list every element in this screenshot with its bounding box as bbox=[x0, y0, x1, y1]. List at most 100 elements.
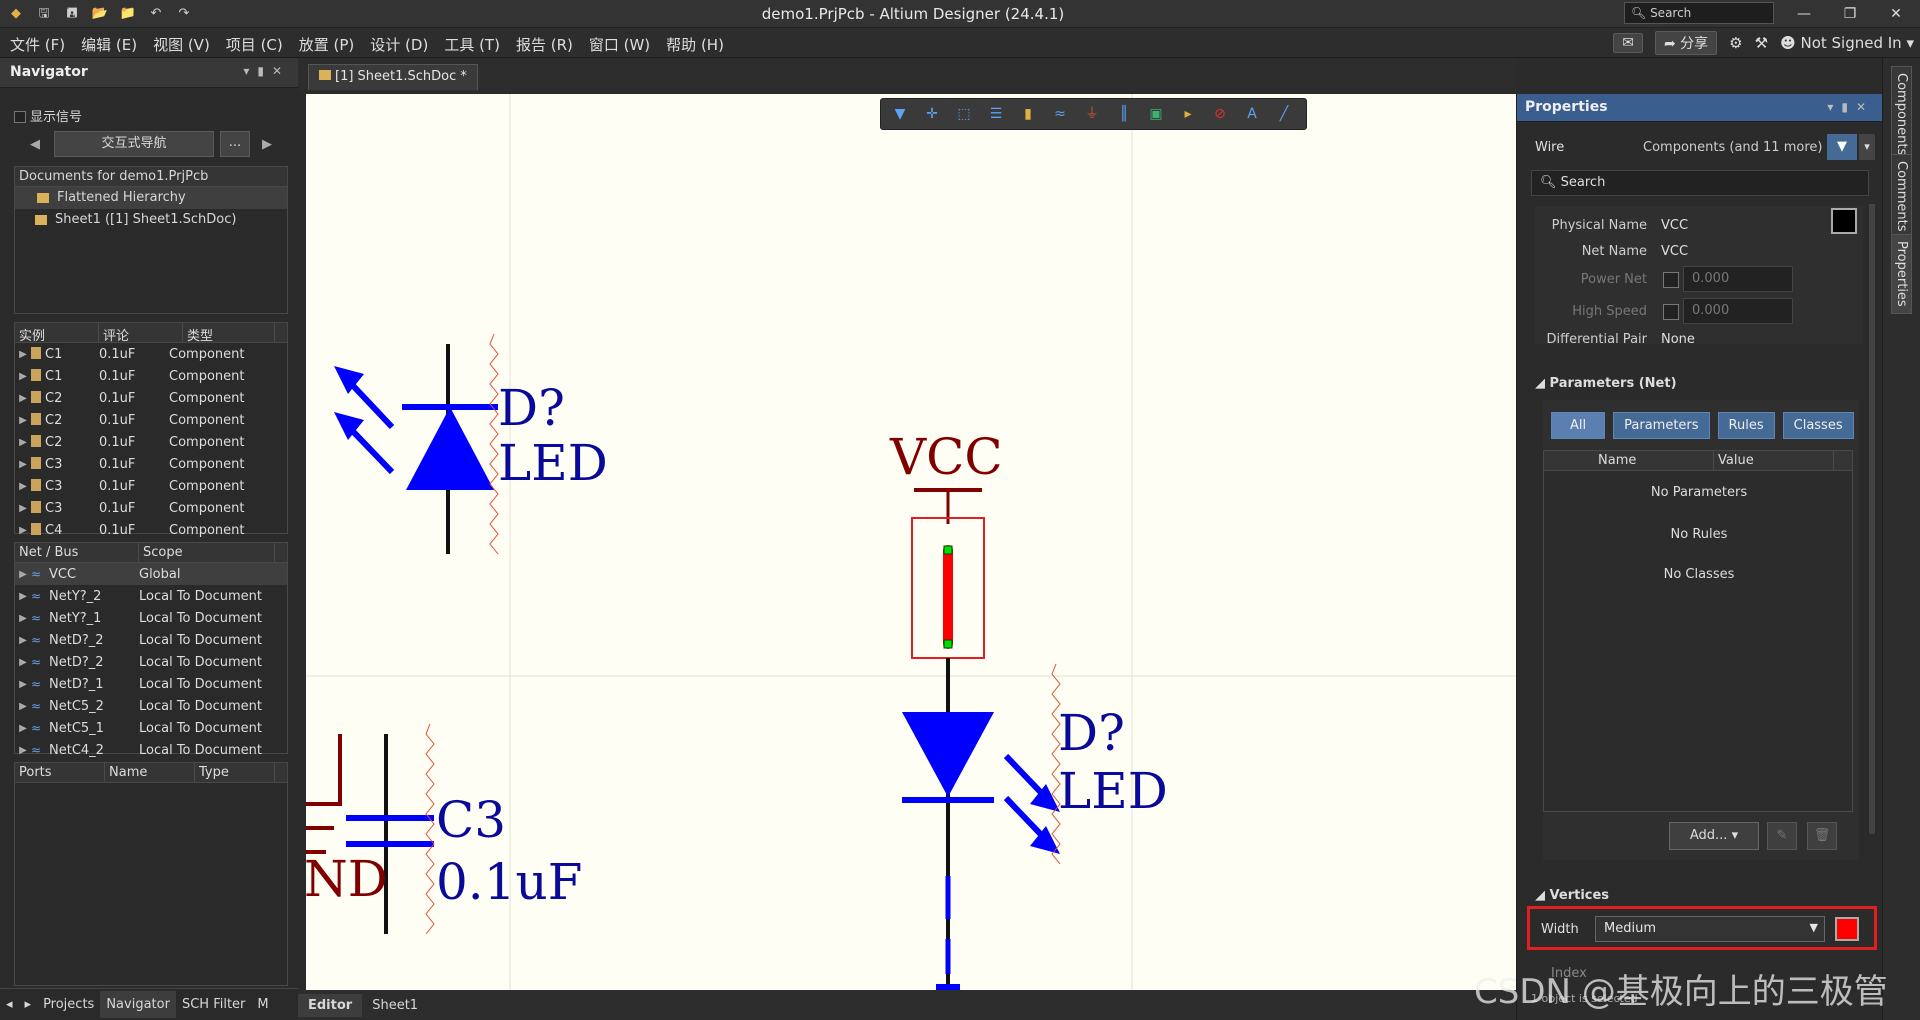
settings-gear-icon[interactable]: ⚙ bbox=[1729, 34, 1742, 52]
gnd-label-partial[interactable]: ND bbox=[306, 850, 388, 908]
col-comment[interactable]: 评论 bbox=[99, 323, 183, 344]
schematic-drawing[interactable]: D? LED VCC D? LED C3 0.1uF ND bbox=[306, 94, 1516, 990]
cap-designator[interactable]: C3 bbox=[436, 791, 506, 849]
power-net-field[interactable]: 0.000 bbox=[1683, 266, 1793, 292]
expand-arrow-icon[interactable]: ▶ bbox=[15, 657, 31, 668]
net-color-swatch[interactable] bbox=[1831, 208, 1857, 234]
col-param-name[interactable]: Name bbox=[1594, 451, 1714, 470]
tab-scroll-left-icon[interactable]: ◂ bbox=[0, 991, 19, 1018]
place-power-icon[interactable]: ⏚ bbox=[1081, 103, 1103, 125]
net-row[interactable]: ▶ ≈ NetD?_1 Local To Document bbox=[15, 673, 287, 695]
menu-edit[interactable]: 编辑 (E) bbox=[81, 34, 137, 55]
user-signin-button[interactable]: ☻ Not Signed In ▾ bbox=[1780, 34, 1914, 52]
expand-arrow-icon[interactable]: ▶ bbox=[15, 437, 31, 448]
restore-icon[interactable]: ❐ bbox=[1836, 3, 1864, 25]
led1-designator[interactable]: D? bbox=[498, 379, 565, 437]
net-row[interactable]: ▶ ≈ NetY?_2 Local To Document bbox=[15, 585, 287, 607]
col-port-name[interactable]: Name bbox=[105, 763, 195, 782]
params-parameters-button[interactable]: Parameters bbox=[1613, 412, 1710, 439]
close-icon[interactable]: ✕ bbox=[1882, 3, 1910, 25]
params-classes-button[interactable]: Classes bbox=[1782, 412, 1854, 439]
params-section-header[interactable]: ◢ Parameters (Net) bbox=[1535, 376, 1677, 391]
col-instance[interactable]: 实例 bbox=[15, 323, 99, 344]
net-row[interactable]: ▶ ≈ NetC5_2 Local To Document bbox=[15, 695, 287, 717]
wire-vertex-handle[interactable] bbox=[943, 639, 953, 649]
properties-search-input[interactable]: 🔍︎ Search bbox=[1531, 170, 1869, 196]
edit-pencil-icon[interactable]: ✎ bbox=[1767, 822, 1797, 850]
place-sheet-icon[interactable]: ▣ bbox=[1145, 103, 1167, 125]
cap-value[interactable]: 0.1uF bbox=[436, 853, 582, 911]
filter-funnel-button[interactable]: ▼ bbox=[1827, 134, 1857, 160]
place-line-icon[interactable]: ╱ bbox=[1273, 103, 1295, 125]
filter-dropdown-icon[interactable]: ▾ bbox=[1859, 134, 1875, 160]
expand-arrow-icon[interactable]: ▶ bbox=[15, 349, 31, 360]
wire-vertex-handle[interactable] bbox=[943, 545, 953, 555]
col-net[interactable]: Net / Bus bbox=[15, 543, 139, 562]
menu-tools[interactable]: 工具 (T) bbox=[444, 34, 500, 55]
panel-controls-icon[interactable]: ▾▮✕ bbox=[243, 64, 290, 78]
instance-row[interactable]: ▶ C3 0.1uF Component bbox=[15, 475, 287, 497]
vertices-section-header[interactable]: ◢ Vertices bbox=[1535, 888, 1609, 903]
side-tab-comments[interactable]: Comments bbox=[1891, 154, 1912, 239]
tab-sheet1-schdoc[interactable]: [1] Sheet1.SchDoc * bbox=[308, 64, 478, 90]
nav-more-button[interactable]: ... bbox=[220, 131, 250, 157]
tab-editor[interactable]: Editor bbox=[298, 993, 363, 1017]
col-ports[interactable]: Ports bbox=[15, 763, 105, 782]
menu-place[interactable]: 放置 (P) bbox=[299, 34, 355, 55]
menu-design[interactable]: 设计 (D) bbox=[370, 34, 428, 55]
expand-arrow-icon[interactable]: ▶ bbox=[15, 481, 31, 492]
notifications-button[interactable]: ✉ bbox=[1613, 33, 1643, 53]
expand-arrow-icon[interactable]: ▶ bbox=[15, 415, 31, 426]
led2-designator[interactable]: D? bbox=[1058, 704, 1125, 762]
tree-item-flattened[interactable]: Flattened Hierarchy bbox=[15, 187, 287, 209]
expand-arrow-icon[interactable]: ▶ bbox=[15, 701, 31, 712]
expand-arrow-icon[interactable]: ▶ bbox=[15, 459, 31, 470]
power-net-checkbox[interactable] bbox=[1663, 272, 1679, 288]
place-port-icon[interactable]: ▸ bbox=[1177, 103, 1199, 125]
schematic-canvas[interactable]: D? LED VCC D? LED C3 0.1uF ND bbox=[306, 94, 1516, 990]
checkbox-icon[interactable] bbox=[14, 111, 26, 123]
wire-color-swatch[interactable] bbox=[1835, 917, 1859, 941]
led2-symbol[interactable] bbox=[902, 663, 1061, 990]
tab-sch-filter[interactable]: SCH Filter bbox=[176, 991, 251, 1018]
add-parameter-button[interactable]: Add... ▾ bbox=[1669, 822, 1759, 850]
expand-arrow-icon[interactable]: ▶ bbox=[15, 591, 31, 602]
expand-arrow-icon[interactable]: ▶ bbox=[15, 503, 31, 514]
menu-help[interactable]: 帮助 (H) bbox=[666, 34, 724, 55]
params-rules-button[interactable]: Rules bbox=[1717, 412, 1775, 439]
tab-navigator[interactable]: Navigator bbox=[100, 991, 176, 1018]
menu-reports[interactable]: 报告 (R) bbox=[516, 34, 573, 55]
expand-arrow-icon[interactable]: ▶ bbox=[15, 613, 31, 624]
net-row[interactable]: ▶ ≈ NetC4_2 Local To Document bbox=[15, 739, 287, 761]
properties-scrollbar[interactable] bbox=[1869, 204, 1875, 834]
menu-window[interactable]: 窗口 (W) bbox=[589, 34, 650, 55]
expand-arrow-icon[interactable]: ▶ bbox=[15, 371, 31, 382]
align-icon[interactable]: ☰ bbox=[985, 103, 1007, 125]
place-part-icon[interactable]: ▮ bbox=[1017, 103, 1039, 125]
expand-arrow-icon[interactable]: ▶ bbox=[15, 723, 31, 734]
net-row[interactable]: ▶ ≈ VCC Global bbox=[15, 563, 287, 585]
instance-row[interactable]: ▶ C1 0.1uF Component bbox=[15, 365, 287, 387]
params-all-button[interactable]: All bbox=[1551, 412, 1606, 439]
no-erc-icon[interactable]: ⊘ bbox=[1209, 103, 1231, 125]
instance-row[interactable]: ▶ C4 0.1uF Component bbox=[15, 519, 287, 541]
account-tools-icon[interactable]: ⚒ bbox=[1755, 34, 1768, 52]
instance-row[interactable]: ▶ C3 0.1uF Component bbox=[15, 453, 287, 475]
instance-row[interactable]: ▶ C2 0.1uF Component bbox=[15, 409, 287, 431]
col-scope[interactable]: Scope bbox=[139, 543, 275, 562]
menu-project[interactable]: 项目 (C) bbox=[226, 34, 283, 55]
col-param-value[interactable]: Value bbox=[1714, 451, 1834, 470]
place-wire-icon[interactable]: ≈ bbox=[1049, 103, 1071, 125]
filter-icon[interactable]: ▼ bbox=[889, 103, 911, 125]
interactive-nav-button[interactable]: 交互式导航 bbox=[54, 131, 214, 157]
place-bus-icon[interactable]: ║ bbox=[1113, 103, 1135, 125]
tab-sheet1[interactable]: Sheet1 bbox=[362, 994, 428, 1017]
menu-file[interactable]: 文件 (F) bbox=[10, 34, 65, 55]
tab-projects[interactable]: Projects bbox=[37, 991, 100, 1018]
expand-arrow-icon[interactable]: ▶ bbox=[15, 525, 31, 536]
global-search-input[interactable]: 🔍︎ Search bbox=[1624, 2, 1774, 24]
tab-scroll-right-icon[interactable]: ▸ bbox=[19, 991, 38, 1018]
nav-back-icon[interactable]: ◀ bbox=[30, 137, 40, 152]
tab-more[interactable]: M bbox=[251, 991, 274, 1018]
side-tab-components[interactable]: Components bbox=[1891, 66, 1912, 163]
